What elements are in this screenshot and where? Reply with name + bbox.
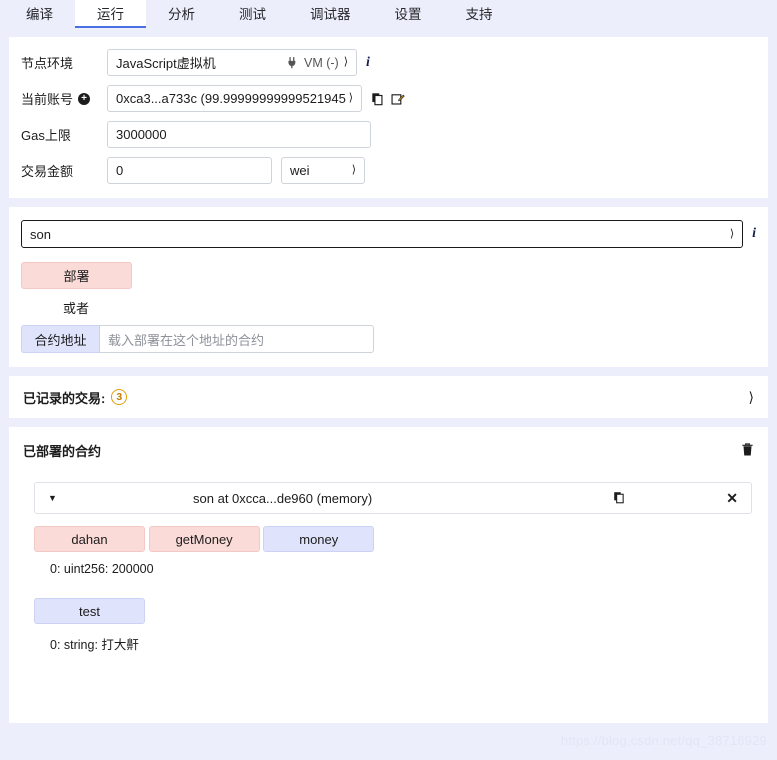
tab-label: 设置 [394, 7, 422, 22]
tab-debugger[interactable]: 调试器 [288, 0, 373, 28]
value-unit-select[interactable]: wei ⟩ [281, 157, 365, 184]
function-result-test: 0: string: 打大鼾 [50, 638, 139, 652]
environment-value: JavaScript虚拟机 [116, 56, 216, 71]
info-icon[interactable]: i [366, 55, 370, 71]
account-label-text: 当前账号 [21, 92, 74, 107]
gas-limit-value: 3000000 [116, 127, 167, 142]
tab-label: 调试器 [310, 7, 351, 22]
deployed-contracts-title: 已部署的合约 [23, 444, 102, 459]
contract-instance-title: son at 0xcca...de960 (memory) [193, 490, 373, 506]
edit-icon[interactable] [391, 92, 405, 106]
account-actions [371, 92, 405, 106]
tab-support[interactable]: 支持 [444, 0, 515, 28]
function-button-dahan[interactable]: dahan [34, 526, 145, 552]
chevron-down-icon[interactable]: ⟩ [749, 389, 754, 406]
plus-circle-icon[interactable]: + [78, 92, 91, 105]
chevron-down-icon[interactable]: ⟩ [349, 93, 353, 104]
recorded-transactions-count: 3 [111, 389, 128, 405]
contract-select-row: son ⟩ i [21, 220, 756, 248]
copy-glyph [614, 491, 624, 503]
recorded-transactions-label: 已记录的交易: [23, 390, 106, 406]
tab-label: 分析 [168, 7, 195, 22]
copy-icon[interactable] [371, 92, 385, 106]
contract-functions-list: dahan getMoney money 0: uint256: 200000 … [34, 526, 754, 653]
tab-analysis[interactable]: 分析 [146, 0, 217, 28]
main-tabbar: 编译 运行 分析 测试 调试器 设置 支持 [0, 0, 777, 28]
chevron-down-icon[interactable]: ⟩ [352, 165, 356, 176]
tab-label: 支持 [465, 7, 493, 22]
account-label: 当前账号 + [21, 89, 107, 108]
run-settings-panel: 节点环境 JavaScript虚拟机 VM (-) ⟩ i 当前账号 + 0xc… [9, 37, 768, 198]
recorded-transactions-header: 已记录的交易: 3 [23, 388, 128, 407]
tab-settings[interactable]: 设置 [373, 0, 444, 28]
deployed-contracts-panel: 已部署的合约 ▼ son at 0xcca...de960 (memory) ✕… [9, 427, 768, 723]
recorded-transactions-panel[interactable]: 已记录的交易: 3 ⟩ [9, 376, 768, 418]
account-value: 0xca3...a733c (99.99999999999521945 [116, 91, 346, 106]
tab-run[interactable]: 运行 [75, 0, 146, 28]
deploy-button[interactable]: 部署 [21, 262, 132, 289]
deploy-panel: son ⟩ i 部署 或者 合约地址 载入部署在这个地址的合约 [9, 207, 768, 367]
deployed-contracts-header: 已部署的合约 [23, 441, 754, 460]
at-address-placeholder: 载入部署在这个地址的合约 [108, 332, 265, 348]
function-button-money[interactable]: money [263, 526, 375, 552]
value-input[interactable]: 0 [107, 157, 272, 184]
gas-limit-row: Gas上限 3000000 [21, 121, 756, 148]
chevron-down-icon[interactable]: ⟩ [730, 228, 734, 240]
value-row: 交易金额 0 wei ⟩ [21, 157, 756, 184]
tab-compile[interactable]: 编译 [4, 0, 75, 28]
value-label: 交易金额 [21, 164, 74, 179]
plug-icon [288, 56, 296, 69]
trash-icon[interactable] [741, 442, 754, 459]
gas-limit-input[interactable]: 3000000 [107, 121, 371, 148]
watermark: https://blog.csdn.net/qq_38716929 [560, 733, 767, 748]
contract-select[interactable]: son ⟩ [21, 220, 744, 248]
functions-spacer [34, 590, 754, 598]
tab-label: 测试 [239, 7, 266, 22]
contract-selected-value: son [30, 226, 51, 242]
environment-status-text: VM (-) [303, 55, 339, 70]
function-button-getmoney[interactable]: getMoney [148, 526, 260, 552]
function-button-test[interactable]: test [34, 598, 145, 624]
function-result-money: 0: uint256: 200000 [50, 562, 154, 576]
tab-testing[interactable]: 测试 [217, 0, 288, 28]
tab-label: 编译 [26, 7, 53, 22]
contract-instance-row[interactable]: ▼ son at 0xcca...de960 (memory) ✕ [34, 482, 752, 514]
or-label: 或者 [63, 301, 90, 316]
account-row: 当前账号 + 0xca3...a733c (99.999999999995219… [21, 85, 756, 112]
value-amount: 0 [116, 163, 124, 178]
gas-limit-label: Gas上限 [21, 128, 71, 143]
environment-label: 节点环境 [21, 56, 74, 71]
environment-select[interactable]: JavaScript虚拟机 VM (-) ⟩ [107, 49, 357, 76]
chevron-down-icon[interactable]: ⟩ [344, 57, 348, 68]
at-address-button[interactable]: 合约地址 [21, 325, 99, 353]
environment-status: VM (-) ⟩ [286, 56, 348, 70]
tab-label: 运行 [97, 7, 124, 22]
value-unit: wei [290, 163, 310, 178]
info-icon[interactable]: i [752, 226, 756, 242]
copy-icon[interactable] [613, 491, 626, 506]
trash-glyph [742, 443, 753, 456]
environment-row: 节点环境 JavaScript虚拟机 VM (-) ⟩ i [21, 49, 756, 76]
at-address-row: 合约地址 载入部署在这个地址的合约 [21, 325, 756, 353]
account-select[interactable]: 0xca3...a733c (99.99999999999521945 ⟩ [107, 85, 362, 112]
caret-down-icon[interactable]: ▼ [48, 493, 72, 503]
at-address-input[interactable]: 载入部署在这个地址的合约 [99, 325, 374, 353]
close-icon[interactable]: ✕ [726, 491, 738, 505]
